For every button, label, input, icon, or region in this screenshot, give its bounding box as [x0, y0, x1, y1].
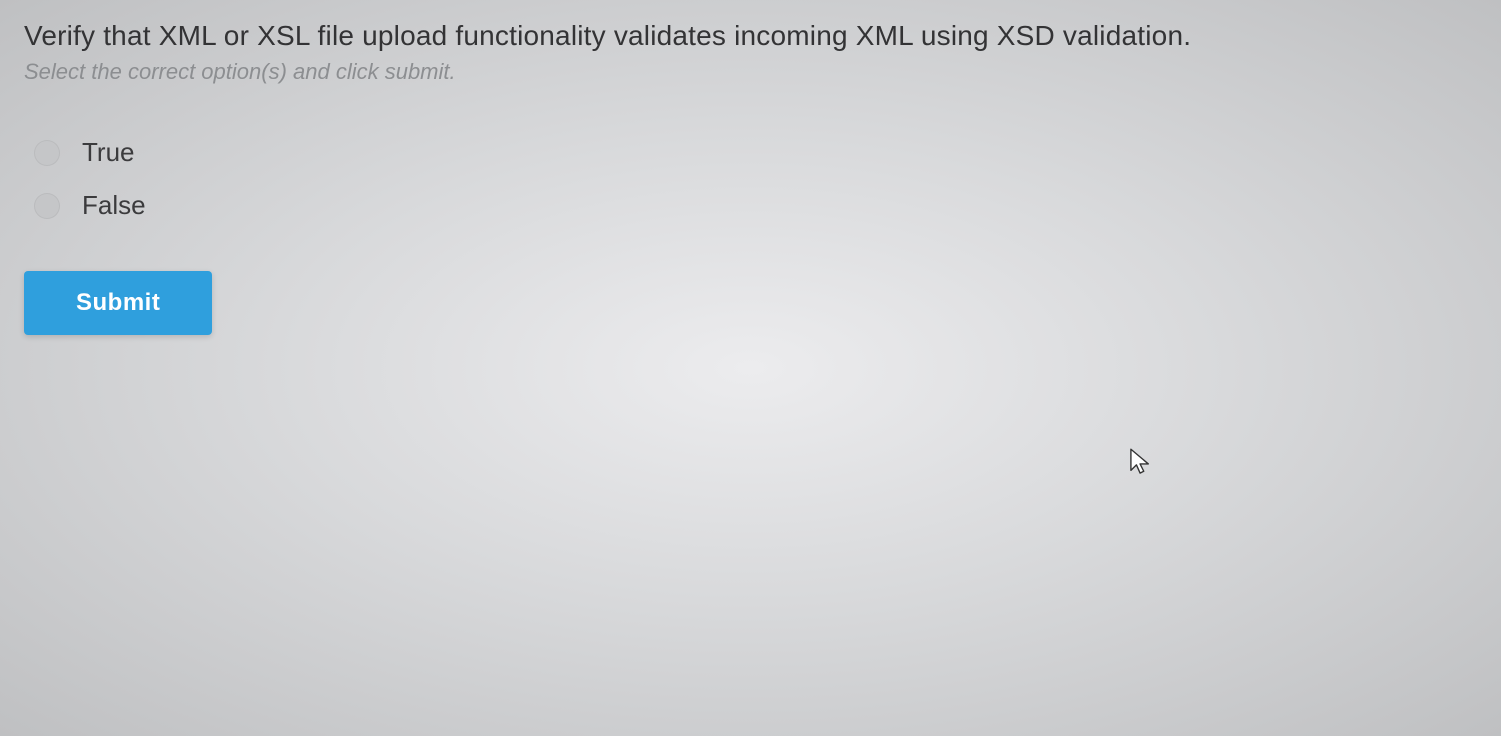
question-instruction: Select the correct option(s) and click s… — [24, 59, 1477, 85]
option-false[interactable]: False — [34, 190, 1477, 221]
option-true[interactable]: True — [34, 137, 1477, 168]
cursor-icon — [1130, 448, 1152, 478]
option-label: True — [82, 137, 135, 168]
radio-icon[interactable] — [34, 140, 60, 166]
submit-button[interactable]: Submit — [24, 271, 212, 335]
radio-icon[interactable] — [34, 193, 60, 219]
quiz-page: Verify that XML or XSL file upload funct… — [0, 0, 1501, 353]
question-text: Verify that XML or XSL file upload funct… — [24, 18, 1477, 53]
options-group: True False — [34, 137, 1477, 221]
option-label: False — [82, 190, 146, 221]
